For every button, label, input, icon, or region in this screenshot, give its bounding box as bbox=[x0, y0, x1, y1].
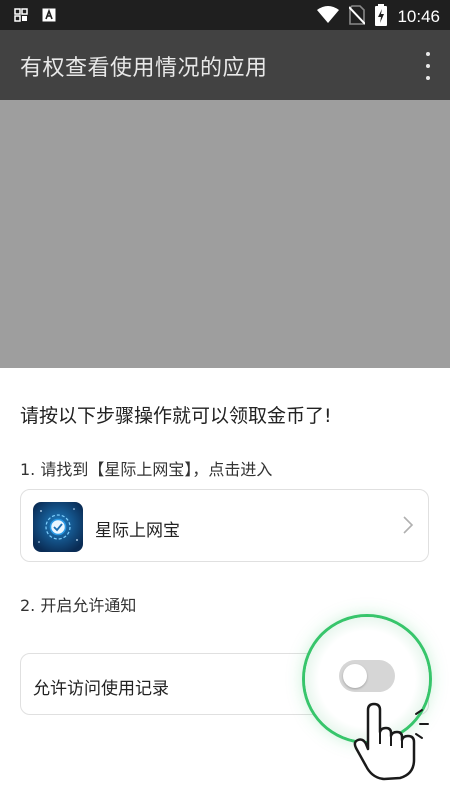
toggle-knob bbox=[343, 664, 367, 688]
tap-hand-icon bbox=[350, 702, 440, 786]
more-vert-icon[interactable] bbox=[420, 52, 436, 80]
battery-charging-icon bbox=[375, 4, 388, 30]
no-sim-icon bbox=[348, 5, 367, 29]
step-2-text: 2. 开启允许通知 bbox=[20, 596, 137, 615]
status-bar: 10:46 bbox=[0, 0, 450, 30]
permission-toggle[interactable] bbox=[339, 660, 395, 692]
guide-heading: 请按以下步骤操作就可以领取金币了! bbox=[20, 405, 332, 427]
app-logo-icon bbox=[33, 502, 83, 552]
app-list-item[interactable]: 星际上网宝 bbox=[20, 489, 429, 562]
dimmed-overlay[interactable] bbox=[0, 100, 450, 368]
guide-sheet: 请按以下步骤操作就可以领取金币了! 1. 请找到【星际上网宝】，点击进入 星际上… bbox=[0, 368, 450, 800]
screenshot-icon bbox=[14, 7, 28, 26]
step-1-text: 1. 请找到【星际上网宝】，点击进入 bbox=[20, 460, 273, 479]
page-title: 有权查看使用情况的应用 bbox=[20, 56, 268, 81]
font-icon bbox=[42, 7, 56, 26]
app-bar: 有权查看使用情况的应用 bbox=[0, 30, 450, 100]
chevron-right-icon bbox=[402, 515, 414, 539]
status-time: 10:46 bbox=[397, 7, 440, 26]
wifi-icon bbox=[317, 6, 340, 28]
app-name: 星际上网宝 bbox=[95, 521, 180, 541]
permission-label: 允许访问使用记录 bbox=[33, 679, 169, 699]
